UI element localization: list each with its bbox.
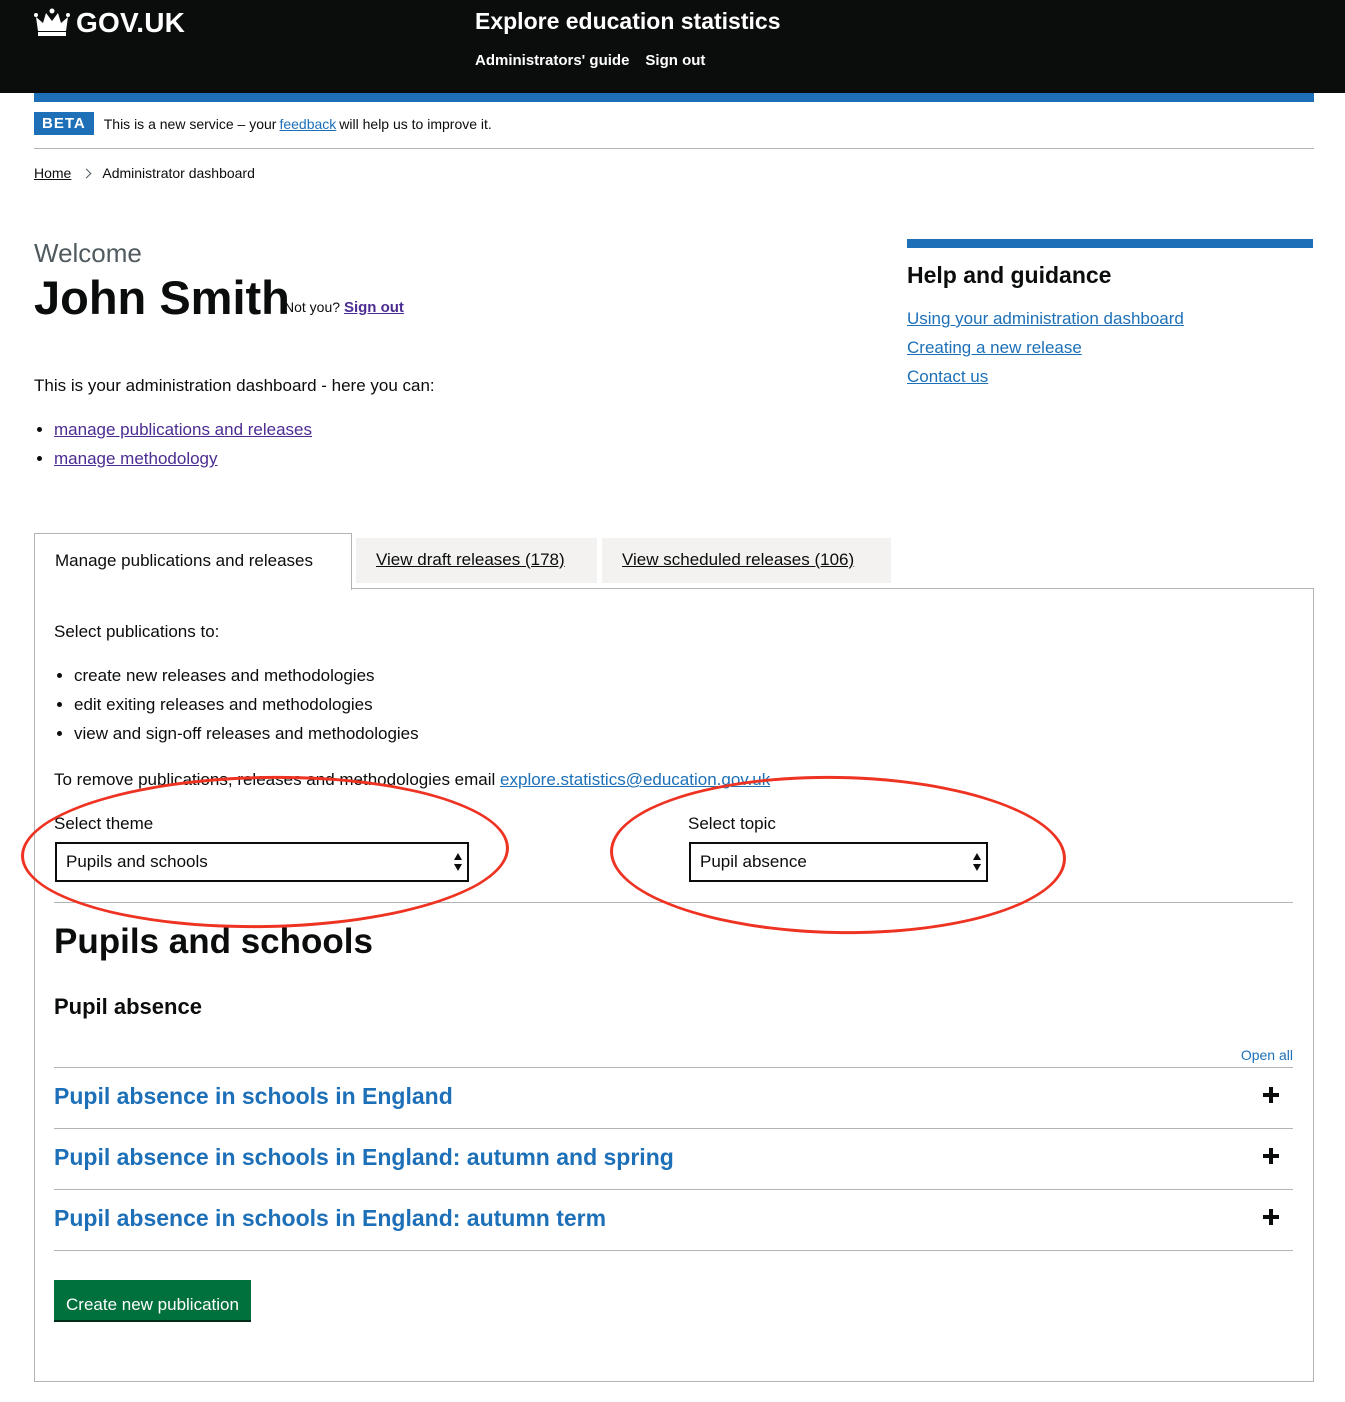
remove-text-prefix: To remove publications, releases and met… (54, 770, 501, 789)
email-link[interactable]: explore.statistics@education.gov.uk (500, 770, 770, 789)
plus-icon[interactable] (1263, 1209, 1279, 1225)
phase-divider (34, 148, 1314, 149)
accordion-item[interactable]: Pupil absence in schools in England: aut… (54, 1128, 1293, 1189)
tab-draft-releases[interactable]: View draft releases (178) (356, 538, 597, 583)
plus-icon[interactable] (1263, 1087, 1279, 1103)
theme-select-value: Pupils and schools (66, 852, 208, 871)
publication-title[interactable]: Pupil absence in schools in England (54, 1083, 453, 1110)
theme-select[interactable]: Pupils and schools (55, 842, 469, 882)
list-item: manage methodology (54, 449, 312, 469)
list-item: edit exiting releases and methodologies (74, 695, 419, 715)
not-you: Not you? Sign out (284, 299, 404, 316)
breadcrumb: Home Administrator dashboard (34, 165, 255, 181)
section-divider (54, 902, 1293, 903)
list-item: view and sign-off releases and methodolo… (74, 724, 419, 744)
header-accent-bar (34, 93, 1314, 102)
topic-select[interactable]: Pupil absence (689, 842, 988, 882)
help-link-new-release[interactable]: Creating a new release (907, 338, 1313, 358)
tab-draft-releases-link[interactable]: View draft releases (178) (376, 550, 565, 569)
accordion-bottom-border (54, 1250, 1293, 1251)
theme-heading: Pupils and schools (54, 922, 373, 961)
not-you-text: Not you? (284, 299, 341, 315)
remove-text: To remove publications, releases and met… (54, 770, 770, 790)
breadcrumb-current: Administrator dashboard (102, 165, 255, 181)
nav-administrators-guide[interactable]: Administrators' guide (475, 52, 629, 69)
phase-text-after: will help us to improve it. (339, 115, 492, 132)
publication-title[interactable]: Pupil absence in schools in England: aut… (54, 1205, 606, 1232)
govuk-logo[interactable]: GOV.UK (34, 7, 185, 39)
publication-title[interactable]: Pupil absence in schools in England: aut… (54, 1144, 674, 1171)
tab-scheduled-releases-link[interactable]: View scheduled releases (106) (622, 550, 854, 569)
beta-tag: BETA (34, 112, 94, 135)
header: GOV.UK Explore education statistics Admi… (0, 0, 1345, 93)
intro-links: manage publications and releases manage … (34, 420, 312, 478)
help-guidance: Help and guidance Using your administrat… (907, 239, 1313, 396)
phase-text-before: This is a new service – your (103, 115, 277, 132)
topic-heading: Pupil absence (54, 994, 202, 1019)
tab-manage-publications[interactable]: Manage publications and releases (34, 533, 352, 590)
feedback-link[interactable]: feedback (279, 116, 336, 132)
help-title: Help and guidance (907, 262, 1112, 288)
theme-label: Select theme (54, 814, 154, 833)
list-item: manage publications and releases (54, 420, 312, 440)
select-publications-text: Select publications to: (54, 622, 220, 641)
tab-scheduled-releases[interactable]: View scheduled releases (106) (602, 538, 891, 583)
crown-icon (34, 8, 70, 36)
breadcrumb-home[interactable]: Home (34, 165, 71, 181)
chevron-right-icon (81, 168, 92, 178)
header-nav: Administrators' guide Sign out (475, 52, 721, 69)
create-publication-button[interactable]: Create new publication (54, 1280, 251, 1320)
service-name[interactable]: Explore education statistics (475, 8, 780, 35)
phase-banner: BETA This is a new service – your feedba… (34, 112, 492, 135)
logo-text: GOV.UK (76, 7, 186, 38)
select-arrows-icon (454, 853, 462, 871)
list-item: create new releases and methodologies (74, 666, 419, 686)
welcome-caption: Welcome (34, 238, 142, 268)
topic-label: Select topic (688, 814, 776, 833)
manage-methodology-link[interactable]: manage methodology (54, 449, 218, 468)
plus-icon[interactable] (1263, 1148, 1279, 1164)
nav-sign-out[interactable]: Sign out (645, 52, 705, 69)
accordion-item[interactable]: Pupil absence in schools in England: aut… (54, 1189, 1293, 1250)
select-publications-list: create new releases and methodologies ed… (54, 666, 419, 753)
accordion-item[interactable]: Pupil absence in schools in England (54, 1067, 1293, 1128)
sign-out-link[interactable]: Sign out (344, 299, 404, 316)
user-name: John Smith (34, 271, 290, 324)
manage-publications-link[interactable]: manage publications and releases (54, 420, 312, 439)
select-arrows-icon (973, 853, 981, 871)
intro-text: This is your administration dashboard - … (34, 376, 435, 395)
open-all-button[interactable]: Open all (1241, 1047, 1293, 1063)
help-link-contact[interactable]: Contact us (907, 367, 1313, 387)
topic-select-value: Pupil absence (700, 852, 807, 871)
help-link-dashboard[interactable]: Using your administration dashboard (907, 309, 1313, 329)
